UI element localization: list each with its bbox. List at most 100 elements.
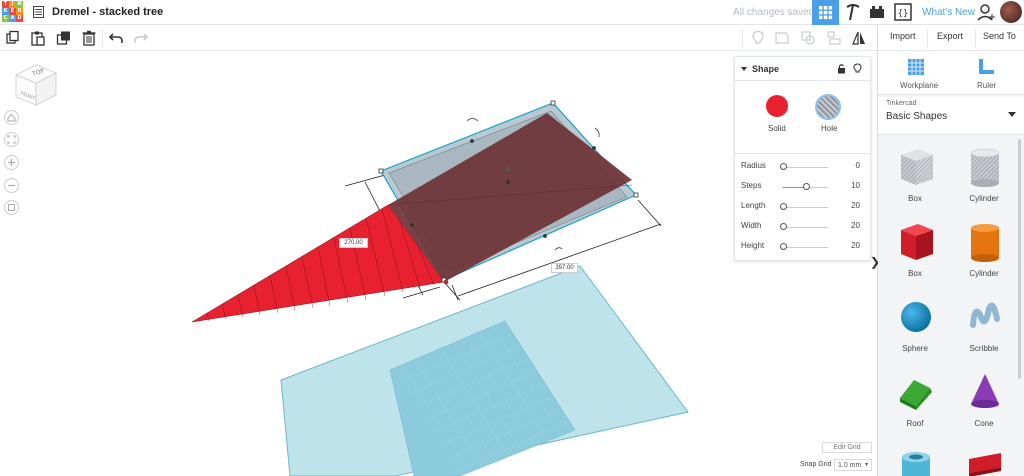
3d-view-button[interactable] [812,0,839,25]
shape-cylinder[interactable]: Cylinder [949,218,1019,290]
bricks-icon[interactable] [866,0,888,25]
property-row: Radius 0 [735,159,870,177]
shape-cone[interactable]: Cone [949,368,1019,440]
solid-button[interactable] [766,95,788,117]
logo-letter: C [2,15,9,22]
snap-grid-select[interactable]: 1.0 mm ▾ [834,459,872,471]
light-bulb-icon[interactable] [853,63,862,74]
shape-box[interactable]: Box [880,218,950,290]
width-dimension-label[interactable]: 270.00 [339,238,368,248]
zoom-out-button[interactable] [4,178,19,193]
property-row: Steps 10 [735,179,870,197]
property-slider-knob[interactable] [780,163,787,170]
property-label: Width [741,221,762,230]
property-label: Height [741,241,765,250]
property-row: Width 20 [735,219,870,237]
svg-text:{}: {} [898,9,909,19]
shape-roof[interactable]: Roof [880,368,950,440]
origin-handle[interactable] [443,279,449,285]
shape-tube[interactable] [880,443,950,476]
logo-letter: R [16,8,23,15]
property-value[interactable]: 10 [851,181,860,190]
shape-scribble[interactable]: Scribble [949,293,1019,365]
scribble-icon [970,302,1000,328]
logo-letter: I [9,1,16,8]
send-to-button[interactable]: Send To [983,31,1016,41]
property-value[interactable]: 20 [851,201,860,210]
shapes-panel: Import Export Send To Workplane Ruler Ti… [877,25,1024,476]
pickaxe-icon[interactable] [842,0,864,25]
property-slider-track[interactable] [783,227,828,228]
rotate-handle-icon[interactable] [594,127,600,138]
logo-letter: A [9,15,16,22]
shape-box-hole[interactable]: Box [880,143,950,215]
property-value[interactable]: 0 [856,161,860,170]
shape-sphere[interactable]: Sphere [880,293,950,365]
align-icon[interactable] [826,30,842,46]
property-slider-knob[interactable] [803,183,810,190]
design-title[interactable]: Dremel - stacked tree [52,6,163,18]
rotate-handle-icon[interactable] [554,247,563,251]
zoom-in-button[interactable] [4,155,19,170]
codeblocks-icon[interactable]: {} [892,0,914,25]
collapse-caret-icon[interactable] [741,67,747,71]
library-selector[interactable]: Tinkercad Basic Shapes [878,97,1024,135]
property-label: Radius [741,161,766,170]
property-slider-knob[interactable] [780,243,787,250]
shape-text[interactable] [949,443,1019,476]
lock-icon[interactable] [837,63,846,74]
library-source: Tinkercad [886,100,917,107]
property-value[interactable]: 20 [851,241,860,250]
workplane-icon[interactable] [906,57,926,77]
property-slider-track[interactable] [783,207,828,208]
property-slider-track[interactable] [783,247,828,248]
collapse-panel-icon[interactable]: ❯ [870,255,880,269]
text-shape-icon [969,453,1001,476]
shape-cylinder-hole[interactable]: Cylinder [949,143,1019,215]
property-row: Height 20 [735,239,870,257]
mirror-icon[interactable] [851,30,867,46]
ruler-icon[interactable] [976,57,996,77]
paste-icon[interactable] [30,30,46,46]
redo-icon[interactable] [133,30,149,46]
home-view-button[interactable] [4,110,19,125]
shapes-scrollbar[interactable] [1018,139,1021,379]
export-button[interactable]: Export [937,31,963,41]
design-menu-icon[interactable] [33,6,44,18]
tube-icon [902,452,930,476]
add-user-icon[interactable] [976,0,998,25]
property-slider-track[interactable] [783,167,828,168]
trash-icon[interactable] [81,30,97,46]
tinkercad-logo[interactable]: T I N K E R C A D [2,1,24,23]
logo-letter: T [2,1,9,8]
property-slider-knob[interactable] [780,223,787,230]
shape-label: Roof [906,419,924,428]
perspective-icon [8,204,15,211]
property-value[interactable]: 20 [851,221,860,230]
view-cube[interactable]: TOP FRONT [12,61,58,107]
shape-label: Cylinder [969,269,999,278]
cone-icon [971,374,999,408]
group-icon[interactable] [800,30,816,46]
copy-icon[interactable] [5,30,21,46]
length-dimension-label[interactable]: 397.00 [551,263,578,273]
note-icon[interactable] [750,30,766,46]
edit-toolbar [0,25,877,51]
inspector-header[interactable]: Shape [735,57,870,81]
duplicate-icon[interactable] [56,30,72,46]
property-slider-knob[interactable] [780,203,787,210]
avatar[interactable] [1000,1,1022,23]
perspective-button[interactable] [4,200,19,215]
shape-label: Sphere [902,344,928,353]
undo-icon[interactable] [108,30,124,46]
comment-icon[interactable] [774,30,790,46]
grid-icon [819,6,833,20]
hole-button[interactable] [815,94,841,120]
edit-grid-button[interactable]: Edit Grid [822,442,872,453]
fit-view-button[interactable] [4,132,19,147]
logo-letter: E [9,8,16,15]
inspector-divider [735,153,870,154]
rotate-handle-icon[interactable] [466,118,479,122]
whats-new-link[interactable]: What's New [922,7,975,18]
import-button[interactable]: Import [890,31,916,41]
